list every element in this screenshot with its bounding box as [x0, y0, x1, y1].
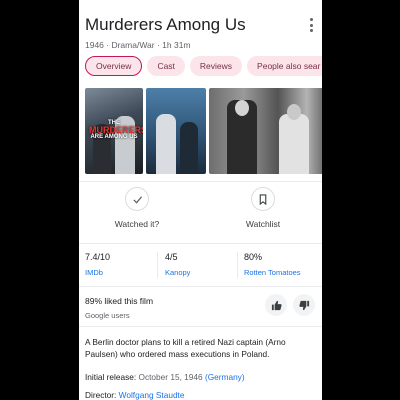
- director-link[interactable]: Wolfgang Staudte: [119, 390, 185, 400]
- rating-score: 4/5: [165, 252, 178, 262]
- rating-source-link[interactable]: Kanopy: [165, 268, 190, 277]
- release-country-link[interactable]: (Germany): [205, 372, 245, 382]
- tab-bar: Overview Cast Reviews People also sear: [85, 56, 322, 76]
- movie-description: A Berlin doctor plans to kill a retired …: [85, 337, 286, 359]
- release-date: October 15, 1946: [138, 372, 203, 382]
- divider: [79, 286, 322, 287]
- watchlist-label: Watchlist: [245, 219, 281, 229]
- checkmark-icon: [125, 187, 149, 211]
- watched-it-label: Watched it?: [114, 219, 160, 229]
- audience-source: Google users: [85, 311, 130, 320]
- movie-meta: 1946 · Drama/War · 1h 31m: [85, 40, 191, 50]
- director-label: Director:: [85, 390, 117, 400]
- watched-it-button[interactable]: Watched it?: [87, 187, 187, 229]
- tab-overview[interactable]: Overview: [85, 56, 143, 76]
- knowledge-panel: Murderers Among Us 1946 · Drama/War · 1h…: [79, 0, 322, 400]
- bookmark-icon: [251, 187, 275, 211]
- audience-score: 89% liked this film: [85, 296, 154, 306]
- poster-image-1[interactable]: THE MURDERERS ARE AMONG US: [85, 88, 143, 174]
- thumbs-up-icon[interactable]: [265, 294, 287, 316]
- tab-cast[interactable]: Cast: [147, 56, 185, 76]
- divider: [79, 181, 322, 182]
- rating-score: 7.4/10: [85, 252, 111, 262]
- movie-title: Murderers Among Us: [85, 15, 246, 34]
- ratings-row: 7.4/10 IMDb 4/5 Kanopy 80% Rotten Tomato…: [79, 246, 322, 286]
- rating-source-link[interactable]: IMDb: [85, 268, 110, 277]
- release-info: Initial release: October 15, 1946 (Germa…: [85, 372, 245, 382]
- rating-imdb[interactable]: 7.4/10 IMDb: [85, 252, 110, 277]
- action-row: Watched it? Watchlist: [79, 187, 322, 237]
- more-options-icon[interactable]: [306, 18, 316, 32]
- poster-image-2[interactable]: [146, 88, 206, 174]
- poster-title: THE MURDERERS ARE AMONG US: [89, 120, 143, 140]
- rating-rotten-tomatoes[interactable]: 80% Rotten Tomatoes: [244, 252, 301, 277]
- thumbs-down-icon[interactable]: [293, 294, 315, 316]
- watchlist-button[interactable]: Watchlist: [213, 187, 313, 229]
- divider: [157, 252, 158, 278]
- image-gallery: THE MURDERERS ARE AMONG US: [85, 88, 322, 174]
- divider: [79, 243, 322, 244]
- divider: [237, 252, 238, 278]
- rating-score: 80%: [244, 252, 263, 262]
- tab-people-also-search[interactable]: People also sear: [247, 56, 322, 76]
- still-image[interactable]: [209, 88, 322, 174]
- director-info: Director: Wolfgang Staudte: [85, 390, 184, 400]
- rating-kanopy[interactable]: 4/5 Kanopy: [165, 252, 190, 277]
- release-label: Initial release:: [85, 372, 137, 382]
- rating-source-link[interactable]: Rotten Tomatoes: [244, 268, 301, 277]
- tab-reviews[interactable]: Reviews: [189, 56, 243, 76]
- divider: [79, 326, 322, 327]
